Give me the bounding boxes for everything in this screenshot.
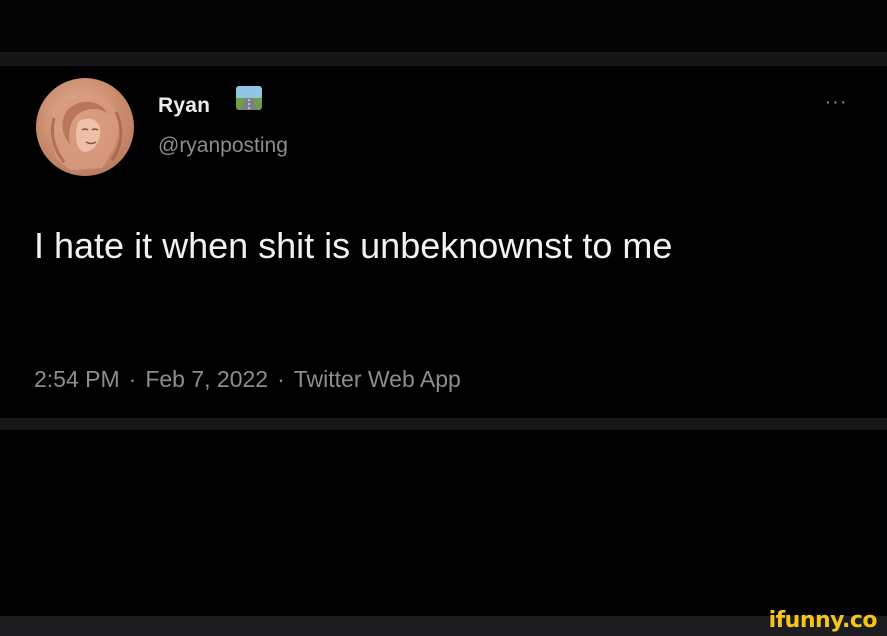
more-options-button[interactable]: ··· xyxy=(818,90,854,114)
empty-area xyxy=(0,430,887,616)
road-emoji-icon xyxy=(236,86,262,110)
ifunny-watermark: ifunny.co xyxy=(768,608,878,633)
meta-separator: · xyxy=(128,366,137,392)
avatar[interactable] xyxy=(36,78,134,176)
avatar-illustration xyxy=(50,94,123,170)
tweet-date[interactable]: Feb 7, 2022 xyxy=(145,366,268,392)
top-divider xyxy=(0,52,887,66)
tweet-timestamp[interactable]: 2:54 PM xyxy=(34,366,120,392)
tweet-text: I hate it when shit is unbeknownst to me xyxy=(34,225,673,266)
tweet-card: Ryan @ryanposting ··· I hate it when shi… xyxy=(0,66,887,418)
user-handle[interactable]: @ryanposting xyxy=(158,134,288,158)
tweet-source[interactable]: Twitter Web App xyxy=(294,366,461,392)
tweet-meta: 2:54 PM · Feb 7, 2022 · Twitter Web App xyxy=(34,366,461,393)
meta-separator: · xyxy=(277,366,285,392)
top-band xyxy=(0,0,887,52)
bottom-divider xyxy=(0,418,887,430)
footer-bar xyxy=(0,616,887,636)
display-name[interactable]: Ryan xyxy=(158,94,210,118)
